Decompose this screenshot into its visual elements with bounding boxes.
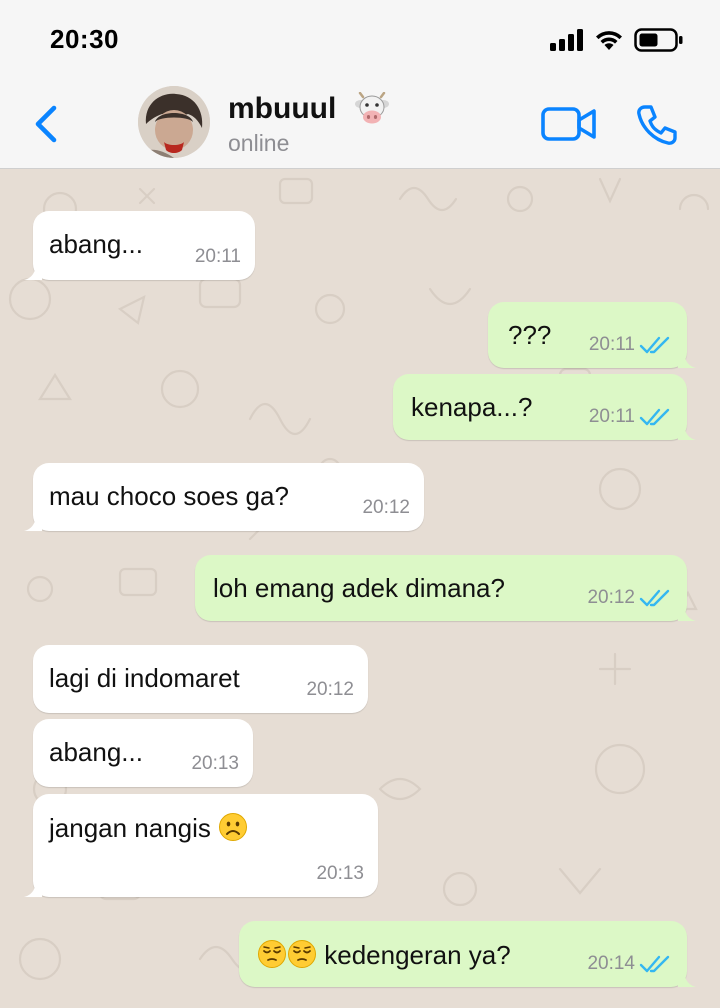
cow-face-emoji: [355, 92, 389, 124]
read-receipt-icon: [639, 408, 670, 426]
message-text: ???: [508, 320, 552, 350]
message-text-line: jangan nangis: [49, 812, 248, 844]
chat-header: mbuuul online: [0, 80, 720, 169]
message-bubble-incoming[interactable]: lagi di indomaret 20:12: [33, 645, 368, 713]
message-text: loh emang adek dimana?: [213, 573, 505, 603]
message-text-line: kedengeran ya?: [257, 939, 511, 971]
message-time: 20:12: [306, 679, 354, 700]
message-text: jangan nangis: [49, 813, 211, 843]
wifi-icon: [596, 31, 622, 50]
bubble-tail: [678, 422, 696, 440]
video-call-icon[interactable]: [540, 104, 598, 144]
status-icons: [550, 28, 684, 52]
message-meta: 20:12: [587, 587, 673, 609]
frowning-face-emoji: [219, 813, 248, 841]
message-time: 20:11: [194, 246, 241, 267]
bubble-tail: [24, 513, 42, 531]
message-meta: 20:14: [587, 953, 673, 975]
message-text: kedengeran ya?: [324, 940, 511, 970]
bubble-tail: [24, 262, 42, 280]
message-time: 20:13: [191, 753, 239, 774]
message-bubble-incoming[interactable]: mau choco soes ga? 20:12: [24, 463, 424, 531]
message-meta: 20:13: [316, 863, 364, 885]
bubble-tail: [678, 603, 696, 621]
phone-icon[interactable]: [634, 102, 680, 148]
bubble-tail: [24, 879, 42, 897]
message-meta: 20:12: [362, 497, 410, 519]
contact-name[interactable]: mbuuul: [228, 92, 336, 126]
message-text: abang...: [49, 229, 143, 259]
pensive-face-emoji: [258, 940, 286, 968]
message-bubble-outgoing[interactable]: ??? 20:11: [488, 302, 696, 368]
message-bubble-incoming[interactable]: jangan nangis 20:13: [24, 794, 378, 897]
message-bubble-outgoing[interactable]: kenapa...? 20:11: [393, 374, 696, 440]
chat-area[interactable]: abang... 20:11 ??? 20:11 kenapa...? 20:1…: [0, 169, 720, 1008]
message-bubble-outgoing[interactable]: kedengeran ya? 20:14: [239, 921, 696, 987]
message-time: 20:12: [587, 587, 635, 608]
message-meta: 20:13: [191, 753, 239, 775]
read-receipt-icon: [639, 589, 670, 607]
message-text: abang...: [49, 737, 143, 767]
message-text: lagi di indomaret: [49, 663, 240, 693]
message-time: 20:11: [588, 406, 635, 427]
bubble-tail: [678, 350, 696, 368]
message-time: 20:12: [362, 497, 410, 518]
message-time: 20:11: [588, 334, 635, 355]
message-meta: 20:11: [589, 334, 673, 356]
contact-avatar[interactable]: [138, 86, 210, 158]
message-text: mau choco soes ga?: [49, 481, 289, 511]
contact-status: online: [228, 130, 290, 156]
message-bubble-incoming[interactable]: abang... 20:11: [24, 211, 255, 280]
read-receipt-icon: [639, 955, 670, 973]
status-time: 20:30: [50, 24, 119, 54]
status-bar: 20:30: [0, 0, 720, 80]
message-time: 20:14: [587, 953, 635, 974]
bubble-tail: [678, 969, 696, 987]
message-text: kenapa...?: [411, 392, 533, 422]
pensive-face-emoji: [288, 940, 316, 968]
read-receipt-icon: [639, 336, 670, 354]
back-chevron-icon[interactable]: [28, 100, 68, 148]
message-meta: 20:12: [306, 679, 354, 701]
message-meta: 20:11: [589, 406, 673, 428]
battery-icon: [634, 28, 683, 52]
message-time: 20:13: [316, 863, 364, 884]
message-bubble-outgoing[interactable]: loh emang adek dimana? 20:12: [195, 555, 696, 621]
signal-icon: [550, 29, 583, 51]
message-meta: 20:11: [195, 246, 241, 268]
message-bubble-incoming[interactable]: abang... 20:13: [33, 719, 253, 787]
